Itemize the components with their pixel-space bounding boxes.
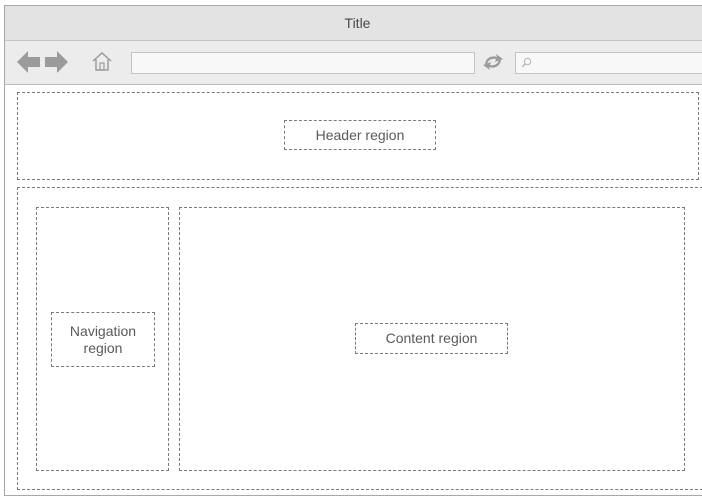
left-arrow-icon[interactable] bbox=[16, 50, 41, 74]
search-icon bbox=[521, 57, 532, 68]
main-region: Navigation region Content region bbox=[17, 187, 702, 490]
browser-toolbar bbox=[5, 41, 702, 85]
navigation-region-label: Navigation region bbox=[51, 312, 155, 367]
address-bar[interactable] bbox=[131, 52, 475, 74]
header-region-label: Header region bbox=[284, 120, 436, 150]
right-arrow-icon[interactable] bbox=[44, 50, 69, 74]
search-input[interactable] bbox=[515, 52, 702, 74]
refresh-icon[interactable] bbox=[482, 52, 504, 72]
title-bar: Title bbox=[5, 6, 702, 41]
navigation-region: Navigation region bbox=[36, 207, 169, 471]
browser-window: Title Header region Navigation region Co… bbox=[4, 5, 702, 496]
content-region-label: Content region bbox=[355, 323, 508, 354]
content-region: Content region bbox=[179, 207, 685, 471]
window-title: Title bbox=[344, 15, 371, 31]
home-icon[interactable] bbox=[91, 51, 113, 72]
header-region: Header region bbox=[17, 92, 699, 180]
